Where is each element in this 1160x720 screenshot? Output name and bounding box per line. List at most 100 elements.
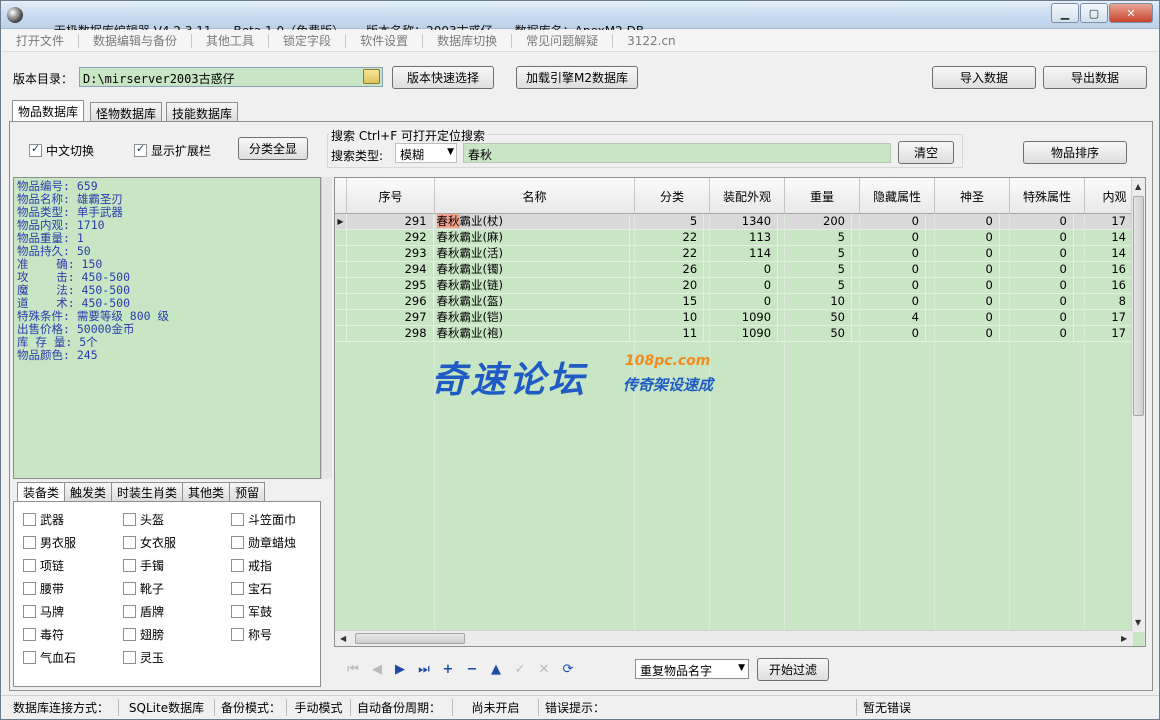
cat-tab-equipment[interactable]: 装备类 bbox=[17, 482, 66, 501]
grid-column-header[interactable]: 隐藏属性 bbox=[860, 178, 935, 214]
table-cell[interactable]: 14 bbox=[1073, 246, 1133, 262]
table-cell[interactable]: 10 bbox=[630, 310, 705, 326]
table-row[interactable]: 294 春秋霸业(镯) 26 0 5 0 0 0 16 bbox=[335, 262, 1133, 278]
scroll-right-icon[interactable]: ▶ bbox=[1121, 634, 1127, 643]
table-cell[interactable]: 春秋霸业(麻) bbox=[433, 230, 631, 246]
table-cell[interactable]: 14 bbox=[1073, 230, 1133, 246]
table-cell[interactable]: 11 bbox=[630, 326, 705, 342]
table-cell[interactable]: 0 bbox=[999, 246, 1074, 262]
scroll-down-icon[interactable]: ▼ bbox=[1135, 618, 1141, 627]
detail-scrollbar[interactable] bbox=[321, 177, 332, 479]
category-checkbox[interactable] bbox=[123, 605, 136, 618]
category-option[interactable]: 手镯 bbox=[123, 557, 164, 574]
table-cell[interactable]: 114 bbox=[704, 246, 779, 262]
table-cell[interactable]: 0 bbox=[925, 230, 1000, 246]
table-cell[interactable]: 0 bbox=[852, 214, 926, 230]
table-row[interactable]: 292 春秋霸业(麻) 22 113 5 0 0 0 14 bbox=[335, 230, 1133, 246]
table-cell[interactable]: 0 bbox=[999, 262, 1074, 278]
category-option[interactable]: 翅膀 bbox=[123, 626, 164, 643]
table-cell[interactable]: 4 bbox=[852, 310, 926, 326]
menu-edit-backup[interactable]: 数据编辑与备份 bbox=[86, 32, 184, 49]
table-row[interactable]: 298 春秋霸业(袍) 11 1090 50 0 0 0 17 bbox=[335, 326, 1133, 342]
category-option[interactable]: 腰带 bbox=[23, 580, 64, 597]
table-cell[interactable]: 16 bbox=[1073, 262, 1133, 278]
table-cell[interactable]: 17 bbox=[1073, 214, 1133, 230]
category-checkbox[interactable] bbox=[231, 536, 244, 549]
table-row[interactable]: 297 春秋霸业(铠) 10 1090 50 4 0 0 17 bbox=[335, 310, 1133, 326]
table-cell[interactable]: 200 bbox=[778, 214, 852, 230]
table-cell[interactable]: 春秋霸业(杖) bbox=[433, 214, 631, 230]
table-cell[interactable]: 17 bbox=[1073, 326, 1133, 342]
table-cell[interactable]: 0 bbox=[999, 310, 1074, 326]
nav-last-icon[interactable]: ⏭ bbox=[415, 661, 433, 679]
category-option[interactable]: 头盔 bbox=[123, 511, 164, 528]
category-option[interactable]: 武器 bbox=[23, 511, 64, 528]
category-option[interactable]: 宝石 bbox=[231, 580, 272, 597]
category-checkbox[interactable] bbox=[231, 513, 244, 526]
category-option[interactable]: 称号 bbox=[231, 626, 272, 643]
nav-cancel-icon[interactable]: ✕ bbox=[535, 661, 553, 679]
menu-settings[interactable]: 软件设置 bbox=[353, 32, 415, 49]
export-button[interactable]: 导出数据 bbox=[1043, 66, 1147, 89]
category-option[interactable]: 斗笠面巾 bbox=[231, 511, 296, 528]
maximize-button[interactable]: ▢ bbox=[1080, 3, 1108, 23]
menu-db-switch[interactable]: 数据库切换 bbox=[430, 32, 504, 49]
grid-column-header[interactable]: 特殊属性 bbox=[1010, 178, 1085, 214]
table-cell[interactable]: 50 bbox=[778, 326, 852, 342]
table-cell[interactable]: 5 bbox=[778, 262, 852, 278]
clear-button[interactable]: 清空 bbox=[898, 141, 954, 164]
category-checkbox[interactable] bbox=[123, 582, 136, 595]
grid-column-header[interactable]: 序号 bbox=[347, 178, 435, 214]
table-cell[interactable]: 26 bbox=[630, 262, 705, 278]
category-checkbox[interactable] bbox=[23, 536, 36, 549]
table-cell[interactable]: 0 bbox=[704, 278, 779, 294]
table-cell[interactable]: 20 bbox=[630, 278, 705, 294]
menu-open-file[interactable]: 打开文件 bbox=[9, 32, 71, 49]
nav-prev-icon[interactable]: ◀ bbox=[368, 661, 386, 679]
table-cell[interactable]: 296 bbox=[346, 294, 434, 310]
table-cell[interactable]: 8 bbox=[1073, 294, 1133, 310]
table-cell[interactable]: 5 bbox=[630, 214, 705, 230]
table-cell[interactable]: 0 bbox=[999, 294, 1074, 310]
menu-other-tools[interactable]: 其他工具 bbox=[199, 32, 261, 49]
table-cell[interactable]: 0 bbox=[852, 326, 926, 342]
category-option[interactable]: 勋章蜡烛 bbox=[231, 534, 296, 551]
category-option[interactable]: 戒指 bbox=[231, 557, 272, 574]
table-cell[interactable]: 0 bbox=[925, 278, 1000, 294]
show-ext-checkbox[interactable] bbox=[134, 142, 147, 157]
tab-skills[interactable]: 技能数据库 bbox=[166, 102, 239, 122]
table-cell[interactable]: 17 bbox=[1073, 310, 1133, 326]
grid-hscroll-thumb[interactable] bbox=[355, 633, 465, 644]
table-cell[interactable]: 0 bbox=[925, 310, 1000, 326]
tab-monsters[interactable]: 怪物数据库 bbox=[90, 102, 163, 122]
nav-add-icon[interactable]: + bbox=[439, 661, 457, 679]
grid-vertical-scrollbar[interactable]: ▲ ▼ bbox=[1131, 178, 1145, 632]
table-cell[interactable]: 5 bbox=[778, 278, 852, 294]
category-checkbox[interactable] bbox=[123, 651, 136, 664]
table-cell[interactable]: 22 bbox=[630, 230, 705, 246]
category-checkbox[interactable] bbox=[23, 559, 36, 572]
category-checkbox[interactable] bbox=[23, 651, 36, 664]
quick-select-button[interactable]: 版本快速选择 bbox=[392, 66, 494, 89]
search-type-select[interactable]: 模糊 ▼ bbox=[395, 143, 457, 163]
table-row[interactable]: 295 春秋霸业(链) 20 0 5 0 0 0 16 bbox=[335, 278, 1133, 294]
table-cell[interactable]: 292 bbox=[346, 230, 434, 246]
cat-tab-reserved[interactable]: 预留 bbox=[229, 482, 266, 501]
table-cell[interactable]: 5 bbox=[778, 230, 852, 246]
table-cell[interactable]: 5 bbox=[778, 246, 852, 262]
table-cell[interactable]: 16 bbox=[1073, 278, 1133, 294]
category-option[interactable]: 靴子 bbox=[123, 580, 164, 597]
table-cell[interactable]: 50 bbox=[778, 310, 852, 326]
table-cell[interactable]: 295 bbox=[346, 278, 434, 294]
table-cell[interactable]: 0 bbox=[999, 278, 1074, 294]
category-option[interactable]: 军鼓 bbox=[231, 603, 272, 620]
category-checkbox[interactable] bbox=[23, 605, 36, 618]
table-cell[interactable]: 1340 bbox=[704, 214, 779, 230]
category-option[interactable]: 男衣服 bbox=[23, 534, 76, 551]
table-cell[interactable]: 294 bbox=[346, 262, 434, 278]
table-cell[interactable]: 0 bbox=[925, 294, 1000, 310]
category-option[interactable]: 马牌 bbox=[23, 603, 64, 620]
category-option[interactable]: 气血石 bbox=[23, 649, 76, 666]
table-cell[interactable]: 春秋霸业(链) bbox=[433, 278, 631, 294]
category-checkbox[interactable] bbox=[23, 582, 36, 595]
